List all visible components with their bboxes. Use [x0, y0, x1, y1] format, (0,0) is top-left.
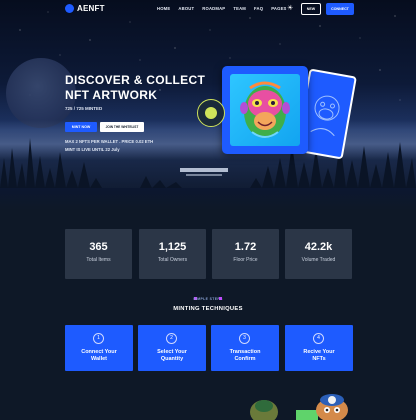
menu-item-team[interactable]: TEAM — [233, 6, 246, 11]
menu-item-about[interactable]: ABOUT — [178, 6, 194, 11]
bottom-nft-previews — [250, 394, 348, 420]
hero-title: DISCOVER & COLLECT NFT ARTWORK — [65, 73, 245, 103]
stat-label: Total Owners — [157, 257, 188, 263]
menu-item-pages[interactable]: PAGES — [271, 6, 286, 11]
step-card-select-quantity[interactable]: 2 Select Your Quantity — [138, 325, 206, 371]
stat-value: 42.2k — [304, 241, 333, 253]
step-title-line2: Quantity — [160, 356, 184, 362]
stat-value: 1.72 — [234, 241, 257, 253]
rotating-badge — [197, 99, 225, 127]
nft-artwork — [230, 74, 300, 146]
nft-card-front[interactable] — [222, 66, 308, 154]
connect-button[interactable]: CONNECT — [326, 3, 354, 15]
step-title: Select Your Quantity — [138, 349, 206, 363]
step-title-line1: Recive Your — [303, 349, 335, 355]
step-title-line1: Select Your — [157, 349, 187, 355]
stat-card-total-items: 365 Total Items — [65, 229, 132, 279]
step-title: Connect Your Wallet — [65, 349, 133, 363]
step-title-line1: Transaction — [229, 349, 261, 355]
psychedelic-monkey-art — [230, 74, 300, 146]
menu-item-home[interactable]: HOME — [157, 6, 170, 11]
badge-center-icon — [205, 107, 217, 119]
stat-value: 365 — [89, 241, 108, 253]
step-title: Recive Your NFTs — [285, 349, 353, 363]
step-card-connect-wallet[interactable]: 1 Connect Your Wallet — [65, 325, 133, 371]
join-whitelist-button[interactable]: JOIN THE WHITELIST — [100, 122, 144, 132]
hero-title-line1: DISCOVER & COLLECT — [65, 73, 206, 87]
decor-square-right — [219, 297, 222, 300]
main-menu: HOME ABOUT ROADMAP TEAM FAQ PAGES — [157, 6, 287, 11]
menu-item-roadmap[interactable]: ROADMAP — [202, 6, 225, 11]
section-title: MINTING TECHNIQUES — [173, 306, 243, 312]
stat-label: Floor Price — [233, 257, 258, 263]
logo-text: AENFT — [77, 4, 105, 13]
step-title-line1: Connect Your — [81, 349, 117, 355]
step-number: 1 — [93, 333, 104, 344]
stat-card-volume-traded: 42.2k Volume Traded — [285, 229, 352, 279]
step-title-line2: NFTs — [312, 356, 326, 362]
minted-count: 725 / 725 MINTED — [65, 106, 103, 111]
step-card-receive-nfts[interactable]: 4 Recive Your NFTs — [285, 325, 353, 371]
menu-item-faq[interactable]: FAQ — [254, 6, 263, 11]
stat-card-total-owners: 1,125 Total Owners — [139, 229, 206, 279]
mint-deadline-info: MINT IS LIVE UNTIL 22 July — [65, 147, 120, 152]
logo-icon — [65, 4, 74, 13]
brand-logo[interactable]: AENFT — [65, 4, 105, 13]
step-number: 3 — [239, 333, 250, 344]
section-subtitle: SIMPLE STEPS — [193, 297, 223, 301]
step-number: 2 — [166, 333, 177, 344]
step-number: 4 — [313, 333, 324, 344]
top-navbar: AENFT HOME ABOUT ROADMAP TEAM FAQ PAGES … — [0, 0, 416, 18]
stat-label: Volume Traded — [301, 257, 336, 263]
step-title: Transaction Confirm — [211, 349, 279, 363]
stat-label: Total Items — [86, 257, 111, 263]
stat-value: 1,125 — [158, 241, 187, 253]
mint-now-button[interactable]: MINT NOW — [65, 122, 97, 132]
mint-limit-info: MAX 2 NFTS PER WALLET . PRICE 0.02 ETH — [65, 139, 154, 144]
step-title-line2: Wallet — [91, 356, 107, 362]
stat-card-floor-price: 1.72 Floor Price — [212, 229, 279, 279]
new-button[interactable]: NEW — [301, 3, 321, 15]
sun-icon[interactable]: ☀ — [287, 5, 294, 12]
step-title-line2: Confirm — [234, 356, 256, 362]
step-card-transaction-confirm[interactable]: 3 Transaction Confirm — [211, 325, 279, 371]
lake-reflection — [0, 188, 416, 210]
